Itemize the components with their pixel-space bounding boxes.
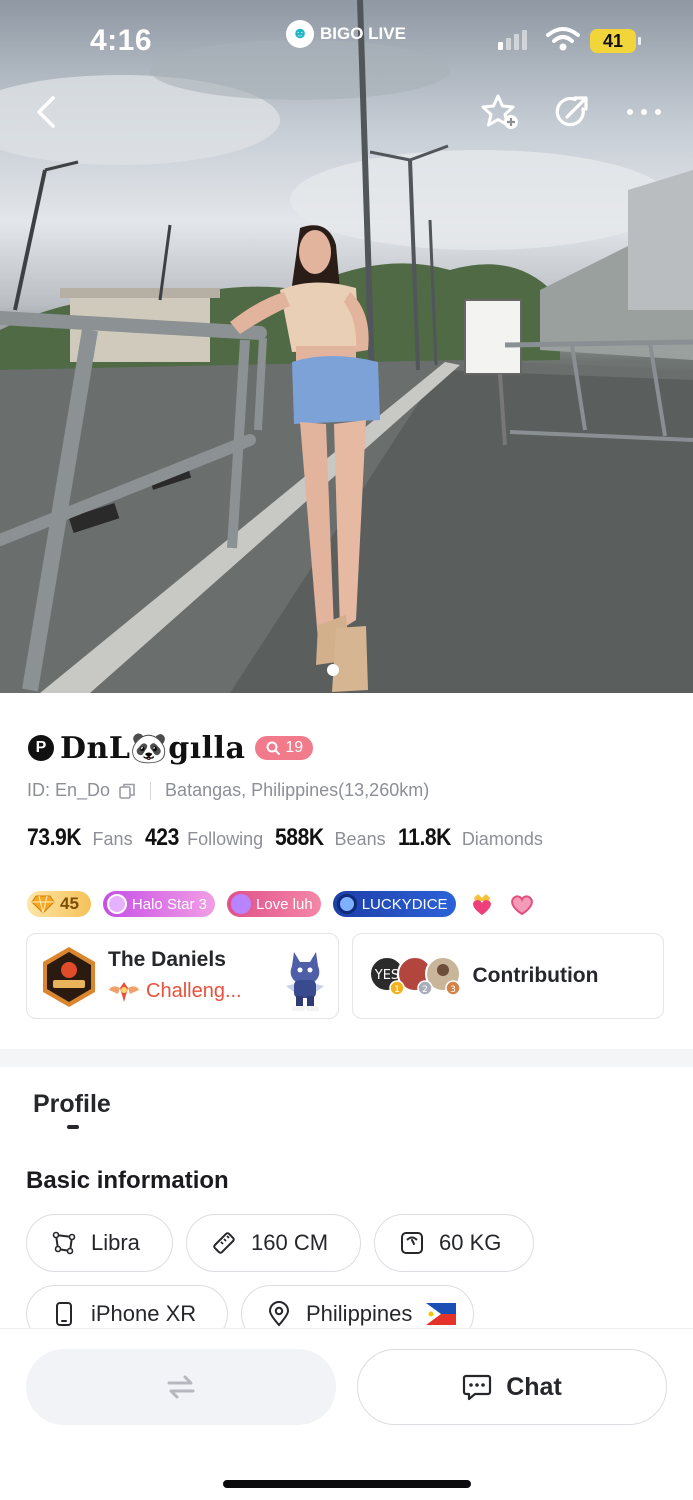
luckydice-eye-icon [336,894,357,914]
brand-name: BIGO LIVE [320,24,406,43]
follow-button[interactable] [480,92,520,132]
user-id: ID: En_Do [27,780,111,800]
profile-name: DnL🐼gılla [60,730,246,766]
bigo-logo-icon: ☻ [286,20,314,48]
philippines-flag-icon [426,1303,457,1325]
height-value: 160 CM [251,1230,329,1255]
status-time: 4:16 [90,24,153,57]
search-user-icon [266,741,281,755]
back-button[interactable] [26,92,66,132]
photo-page-indicator [327,664,339,676]
family-rank-label: Challeng... [146,979,242,1002]
id-location-row: ID: En_Do Batangas, Philippines(13,260km… [27,780,429,801]
tab-profile[interactable]: Profile [33,1090,111,1119]
height-pill: 160 CM [186,1214,361,1272]
love-heart-icon [230,894,251,914]
status-bar: 4:16 ☻ BIGO LIVE 41 [0,0,693,80]
halo-gem-icon [106,894,127,914]
libra-icon [52,1231,76,1255]
basic-info-title: Basic information [26,1167,229,1194]
luckydice-badge[interactable]: LUCKYDICE [332,891,456,917]
weight-value: 60 KG [439,1230,502,1255]
pink-heart-icon[interactable] [508,891,536,917]
top-contributors-avatars: YES 1 2 3 [368,956,461,996]
family-emblem-icon [43,947,95,1007]
country-value: Philippines [306,1301,413,1326]
rank-2-label: 2 [422,985,428,995]
following-label[interactable]: Following [187,829,263,850]
family-card[interactable]: The Daniels Challeng... [26,933,339,1019]
weight-pill: 60 KG [374,1214,534,1272]
fans-label[interactable]: Fans [93,829,133,850]
profile-photo[interactable]: 4:16 ☻ BIGO LIVE 41 [0,0,693,693]
luckydice-label: LUCKYDICE [361,895,448,913]
scale-icon [401,1232,423,1254]
cellular-signal-icon [498,30,527,50]
level-badge[interactable]: 19 [255,736,314,760]
stats-row: 73.9K Fans 423 Following 588K Beans 11.8… [27,824,547,852]
badges-row: 45 Halo Star 3 Love luh LUCKYDICE [27,890,536,918]
challenger-wings-icon [109,982,139,1002]
section-divider [0,1049,693,1067]
star-plus-icon [481,94,518,129]
diamonds-label[interactable]: Diamonds [462,829,543,850]
chat-bubble-icon [463,1374,492,1401]
chevron-left-icon [37,96,55,128]
following-count[interactable]: 423 [145,824,179,852]
fans-count[interactable]: 73.9K [27,824,82,852]
rank-3-label: 3 [450,985,456,995]
copy-icon[interactable] [118,782,136,800]
diamond-level-badge[interactable]: 45 [27,891,91,917]
family-name: The Daniels [108,948,226,971]
device-value: iPhone XR [91,1301,197,1326]
halo-star-label: Halo Star 3 [131,895,207,913]
more-button[interactable] [624,92,664,132]
location-text: Batangas, Philippines(13,260km) [165,780,430,800]
family-rank-row: Challeng... [108,978,242,1004]
ruler-icon [213,1232,235,1254]
love-badge-label: Love luh [255,895,313,913]
separator [150,781,152,800]
beans-count[interactable]: 588K [275,824,324,852]
battery-indicator: 41 [590,29,641,53]
chat-label: Chat [506,1372,562,1401]
cards-row: The Daniels Challeng... YES 1 2 3 Contri… [26,933,664,1019]
brand-logo: ☻ BIGO LIVE [286,20,406,48]
love-badge[interactable]: Love luh [226,891,321,917]
zodiac-value: Libra [91,1230,140,1255]
beans-label[interactable]: Beans [335,829,386,850]
halo-star-badge[interactable]: Halo Star 3 [102,891,215,917]
level-value: 19 [285,739,304,756]
more-horizontal-icon [627,109,661,115]
diamonds-count[interactable]: 11.8K [398,824,451,852]
share-button[interactable] [552,92,592,132]
profile-name-row: P DnL🐼gılla 19 [28,726,314,770]
switch-button[interactable] [26,1349,336,1425]
share-icon [555,96,588,127]
location-pin-icon [268,1301,290,1327]
p-badge-icon: P [28,735,54,761]
rank-1-label: 1 [394,985,400,995]
zodiac-pill: Libra [26,1214,173,1272]
diamond-icon [31,895,55,914]
contribution-label: Contribution [472,964,599,987]
contribution-card[interactable]: YES 1 2 3 Contribution [351,933,664,1019]
crown-heart-icon[interactable] [468,890,496,918]
swap-arrows-icon [167,1375,195,1399]
chat-button[interactable]: Chat [357,1349,667,1425]
wolf-mascot-icon [285,952,324,1011]
tab-active-indicator [67,1125,79,1129]
wifi-icon [546,27,580,51]
home-indicator[interactable] [223,1480,471,1488]
phone-icon [56,1302,72,1326]
diamond-level-value: 45 [60,894,79,913]
